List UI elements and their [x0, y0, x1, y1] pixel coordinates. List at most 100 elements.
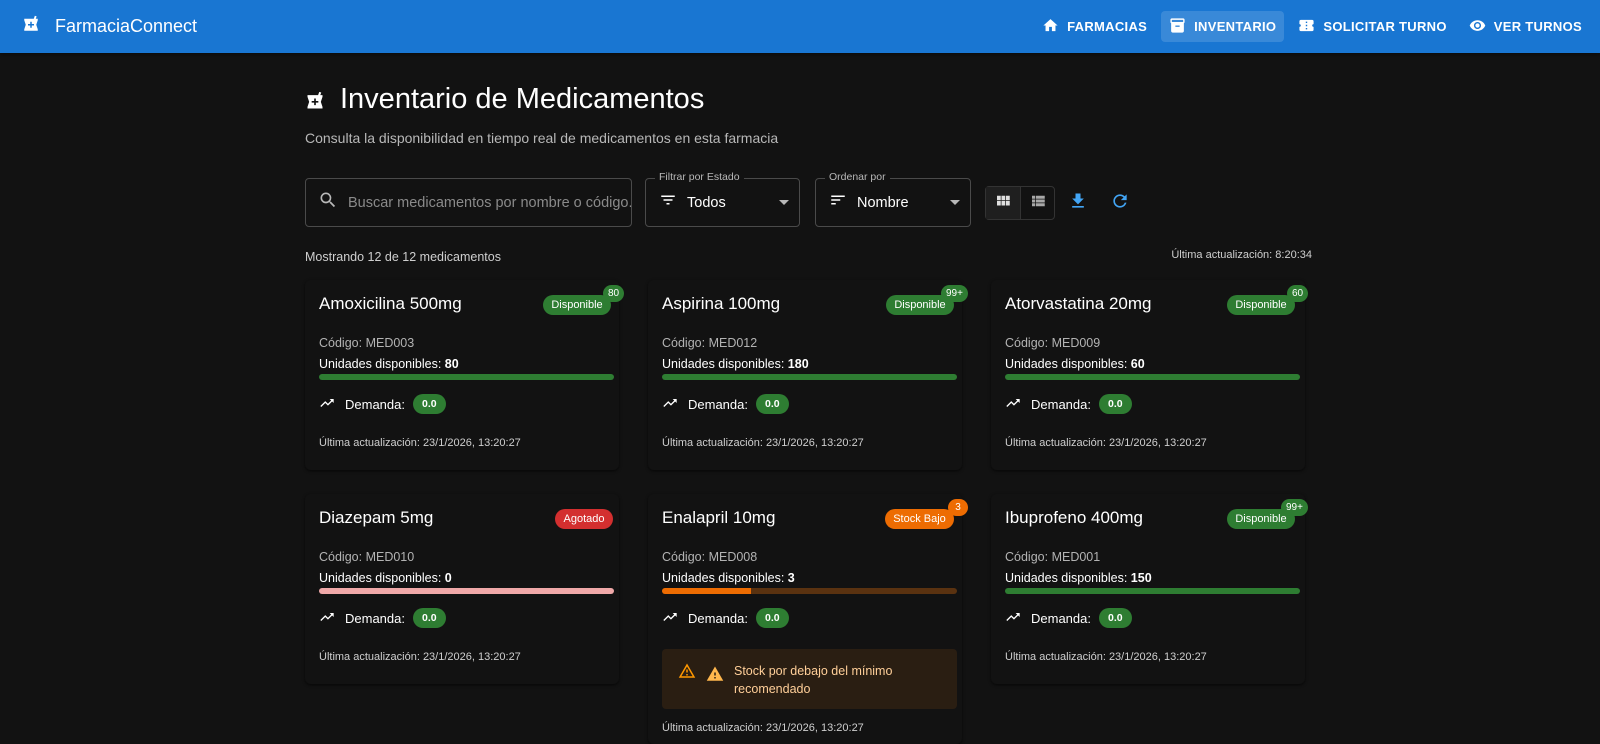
app-bar: FarmaciaConnect FARMACIAS INVENTARIO SOL… — [0, 0, 1600, 53]
medication-code: Código: MED012 — [662, 336, 758, 350]
download-button[interactable] — [1066, 191, 1090, 215]
search-placeholder: Buscar medicamentos por nombre o código.… — [348, 194, 631, 211]
sort-select[interactable]: Ordenar por Nombre — [815, 171, 971, 227]
status-filter-select[interactable]: Filtrar por Estado Todos — [645, 171, 800, 227]
card-updated: Última actualización: 23/1/2026, 13:20:2… — [1005, 437, 1207, 449]
stock-progress-bar — [319, 374, 614, 380]
top-nav: FARMACIAS INVENTARIO SOLICITAR TURNO VER… — [1028, 0, 1590, 53]
medication-code: Código: MED010 — [319, 550, 415, 564]
nav-inventario-label: INVENTARIO — [1194, 19, 1277, 34]
chevron-down-icon — [779, 200, 789, 205]
filter-icon — [659, 191, 677, 214]
grid-view-button[interactable] — [986, 187, 1020, 219]
units-available: Unidades disponibles: 150 — [1005, 571, 1152, 585]
nav-ver-turnos[interactable]: VER TURNOS — [1461, 11, 1590, 42]
results-count: Mostrando 12 de 12 medicamentos — [305, 250, 501, 264]
last-update: Última actualización: 8:20:34 — [1171, 249, 1312, 261]
refresh-button[interactable] — [1108, 191, 1132, 215]
medication-name: Diazepam 5mg — [319, 508, 434, 527]
demand-row: Demanda: 0.0 — [1005, 394, 1132, 414]
stock-badge: 80 — [603, 285, 625, 302]
nav-inventario[interactable]: INVENTARIO — [1161, 11, 1285, 42]
nav-solicitar-turno[interactable]: SOLICITAR TURNO — [1290, 11, 1454, 42]
home-icon — [1042, 17, 1067, 37]
stock-badge: 99+ — [941, 285, 968, 302]
medication-code: Código: MED009 — [1005, 336, 1101, 350]
demand-row: Demanda: 0.0 — [319, 394, 446, 414]
demand-row: Demanda: 0.0 — [319, 608, 446, 628]
card-updated: Última actualización: 23/1/2026, 13:20:2… — [319, 437, 521, 449]
pharmacy-icon — [305, 91, 325, 116]
ticket-icon — [1298, 17, 1323, 37]
medication-card: Amoxicilina 500mg Disponible 80 Código: … — [305, 280, 625, 470]
sort-label: Ordenar por — [825, 171, 890, 183]
units-available: Unidades disponibles: 80 — [319, 357, 459, 371]
medication-code: Código: MED008 — [662, 550, 758, 564]
trending-up-icon — [319, 609, 335, 628]
status-chip: Agotado — [555, 509, 613, 529]
app-title: FarmaciaConnect — [55, 16, 198, 36]
nav-solicitar-turno-label: SOLICITAR TURNO — [1323, 19, 1447, 34]
warning-icon — [706, 665, 724, 688]
units-value: 60 — [1130, 357, 1145, 371]
low-stock-alert: Stock por debajo del mínimo recomendado — [662, 649, 957, 709]
search-input[interactable]: Buscar medicamentos por nombre o código.… — [305, 178, 632, 227]
card-updated: Última actualización: 23/1/2026, 13:20:2… — [662, 722, 864, 734]
stock-progress-bar — [319, 588, 614, 594]
inventory-icon — [1169, 17, 1194, 37]
nav-ver-turnos-label: VER TURNOS — [1493, 19, 1582, 34]
units-value: 0 — [444, 571, 452, 585]
list-view-button[interactable] — [1020, 187, 1054, 219]
stock-progress-bar — [662, 588, 957, 594]
page-subtitle: Consulta la disponibilidad en tiempo rea… — [305, 130, 779, 146]
units-available: Unidades disponibles: 0 — [319, 571, 452, 585]
status-chip: Disponible — [543, 295, 611, 315]
card-updated: Última actualización: 23/1/2026, 13:20:2… — [319, 651, 521, 663]
medication-name: Enalapril 10mg — [662, 508, 776, 527]
stock-badge: 3 — [948, 499, 968, 516]
demand-chip: 0.0 — [412, 394, 446, 414]
demand-chip: 0.0 — [755, 394, 789, 414]
sort-icon — [829, 191, 847, 214]
units-value: 150 — [1130, 571, 1152, 585]
demand-chip: 0.0 — [755, 608, 789, 628]
trending-up-icon — [662, 395, 678, 414]
medication-name: Atorvastatina 20mg — [1005, 294, 1152, 313]
demand-row: Demanda: 0.0 — [662, 608, 789, 628]
chevron-down-icon — [950, 200, 960, 205]
status-chip: Disponible — [1227, 295, 1295, 315]
stock-progress-bar — [1005, 588, 1300, 594]
medication-card: Diazepam 5mg Agotado Código: MED010 Unid… — [305, 494, 619, 684]
medication-card: Aspirina 100mg Disponible 99+ Código: ME… — [648, 280, 968, 470]
demand-chip: 0.0 — [412, 608, 446, 628]
sort-value: Nombre — [857, 194, 909, 211]
view-toggle — [985, 186, 1055, 220]
units-value: 80 — [444, 357, 459, 371]
medication-card: Enalapril 10mg Stock Bajo 3 Código: MED0… — [648, 494, 968, 744]
trending-up-icon — [1005, 609, 1021, 628]
refresh-icon — [1110, 191, 1130, 216]
brand[interactable]: FarmaciaConnect — [22, 15, 197, 38]
trending-up-icon — [319, 395, 335, 414]
medication-name: Amoxicilina 500mg — [319, 294, 462, 313]
status-filter-value: Todos — [687, 194, 726, 211]
units-value: 3 — [787, 571, 795, 585]
demand-chip: 0.0 — [1098, 394, 1132, 414]
status-chip: Stock Bajo — [885, 509, 954, 529]
alert-message: Stock por debajo del mínimo recomendado — [734, 664, 893, 696]
list-icon — [1029, 192, 1047, 215]
medication-card: Ibuprofeno 400mg Disponible 99+ Código: … — [991, 494, 1308, 684]
nav-farmacias-label: FARMACIAS — [1067, 19, 1148, 34]
nav-farmacias[interactable]: FARMACIAS — [1034, 11, 1155, 42]
units-available: Unidades disponibles: 3 — [662, 571, 795, 585]
trending-up-icon — [1005, 395, 1021, 414]
stock-badge: 60 — [1287, 285, 1309, 302]
medication-name: Ibuprofeno 400mg — [1005, 508, 1143, 527]
card-updated: Última actualización: 23/1/2026, 13:20:2… — [662, 437, 864, 449]
page-title: Inventario de Medicamentos — [340, 83, 705, 115]
search-icon — [318, 190, 338, 215]
eye-icon — [1469, 17, 1494, 37]
demand-row: Demanda: 0.0 — [1005, 608, 1132, 628]
warning-icon — [678, 662, 696, 685]
units-available: Unidades disponibles: 60 — [1005, 357, 1145, 371]
